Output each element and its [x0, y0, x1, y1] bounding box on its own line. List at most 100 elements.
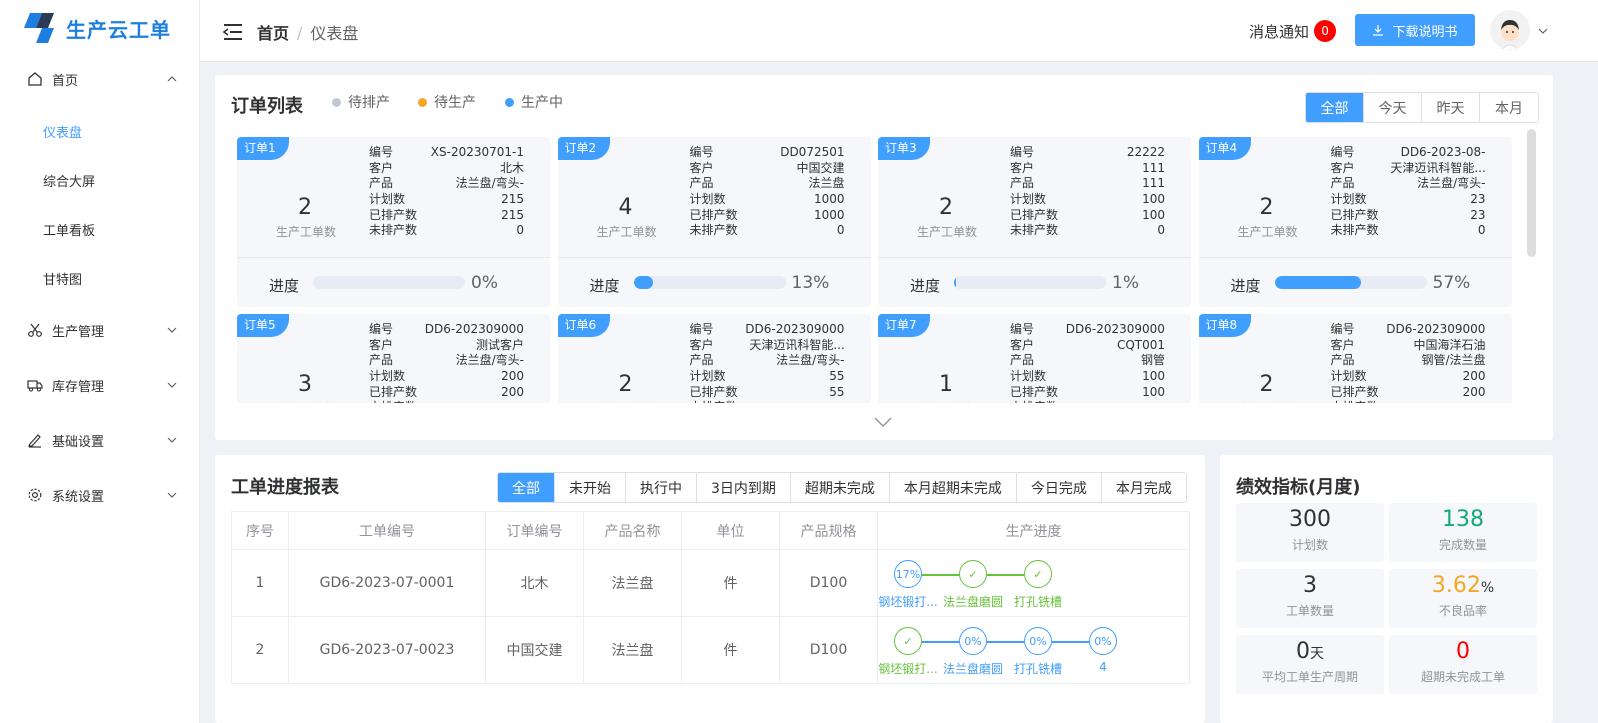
check-icon[interactable]: ✓: [959, 560, 987, 588]
range-all-button[interactable]: 全部: [1306, 93, 1364, 122]
range-month-button[interactable]: 本月: [1480, 93, 1538, 122]
work-order-count-label: 生产工单数: [275, 225, 336, 239]
filter-button[interactable]: 本月超期未完成: [889, 473, 1017, 502]
kpi-card: 3.62% 不良品率: [1389, 569, 1537, 628]
table-cell: 件: [681, 616, 780, 684]
sidebar-item-label: 生产管理: [52, 324, 105, 340]
order-card[interactable]: 订单3 2 生产工单数 编号 22222 客户 111 产品 111 计划数 100 已排产数 100 未…: [878, 137, 1191, 307]
order-card[interactable]: 订单4 2 生产工单数 编号 DD6-2023-08- 客户 天津迈讯科智能... 产品 法兰盘…: [1198, 137, 1512, 307]
detail-row: 计划数 100: [1010, 369, 1165, 385]
chevron-down-icon[interactable]: [1538, 26, 1548, 36]
scrollbar[interactable]: [1527, 129, 1536, 257]
detail-key: 计划数: [689, 369, 726, 384]
detail-key: 编号: [1330, 322, 1355, 336]
step-node[interactable]: 0%: [1024, 627, 1052, 655]
sidebar-item-label: 基础设置: [52, 434, 105, 450]
detail-value: 0: [516, 223, 524, 238]
step-node[interactable]: 17%: [894, 560, 922, 588]
filter-button[interactable]: 执行中: [626, 473, 697, 502]
chevron-down-icon: [167, 492, 177, 498]
sidebar-item-gantt[interactable]: 甘特图: [0, 254, 199, 302]
download-manual-button[interactable]: 下载说明书: [1355, 14, 1475, 46]
filter-button[interactable]: 未开始: [555, 473, 626, 502]
sidebar-item-big-screen[interactable]: 综合大屏: [0, 156, 199, 204]
sidebar-item-basic-settings[interactable]: 基础设置: [0, 416, 199, 464]
detail-key: 客户: [369, 337, 394, 352]
detail-row: 产品 钢管: [1010, 353, 1165, 369]
order-tag: 订单1: [237, 137, 289, 160]
detail-row: 产品 111: [1010, 176, 1165, 192]
order-card[interactable]: 订单1 2 生产工单数 编号 XS-20230701-1 客户 北木 产品 法兰盘/弯头- 计划数…: [237, 137, 550, 307]
detail-row: 客户 北木: [369, 161, 524, 177]
order-card[interactable]: 订单6 2 生产工单数 编号 DD6-2023090005 客户 天津迈讯科智能... 产品 法…: [557, 314, 871, 403]
detail-row: 客户 中国交建: [690, 161, 845, 177]
detail-key: 计划数: [1330, 369, 1367, 384]
order-card[interactable]: 订单8 2 生产工单数 编号 DD6-2023090009 客户 中国海洋石油产品 钢管/法兰…: [1198, 314, 1512, 403]
detail-value: DD6-2023090004: [424, 322, 524, 336]
sidebar-item-production[interactable]: 生产管理: [0, 306, 199, 354]
detail-value: DD6-2023-08-: [1400, 145, 1486, 159]
table-row[interactable]: 1 GD6-2023-07-0001 北木 法兰盘件 D100 17% 钢坯锻打... ✓ 法兰…: [231, 549, 1190, 617]
sidebar-item-inventory[interactable]: 库存管理: [0, 361, 199, 409]
top-header: 首页 / 仪表盘 消息通知 0 下载说明书: [200, 0, 1598, 62]
detail-value: 100: [1142, 369, 1165, 384]
range-today-button[interactable]: 今天: [1364, 93, 1422, 122]
work-order-count: 4: [618, 195, 633, 220]
detail-value: DD6-2023090008: [1065, 322, 1165, 336]
filter-button[interactable]: 3日内到期: [697, 473, 791, 502]
sidebar-item-dashboard[interactable]: 仪表盘: [0, 107, 199, 155]
step-node[interactable]: 0%: [1089, 627, 1117, 655]
notification-link[interactable]: 消息通知 0: [1249, 20, 1337, 42]
progress-fill: [1274, 276, 1362, 289]
table-row[interactable]: 2 GD6-2023-07-0023 中国交建 法兰盘件 D100 ✓ 钢坯锻打... 0% 法…: [231, 616, 1190, 684]
sidebar-item-home[interactable]: 首页: [0, 55, 199, 103]
flow-connector: [922, 574, 959, 576]
sidebar-item-kanban[interactable]: 工单看板: [0, 205, 199, 253]
work-order-count: 3: [298, 372, 312, 397]
filter-button[interactable]: 全部: [498, 473, 555, 502]
detail-row: 产品 法兰盘/弯头-: [690, 353, 845, 369]
breadcrumb-current: 仪表盘: [310, 24, 359, 43]
filter-button[interactable]: 超期未完成: [790, 473, 890, 502]
detail-key: 未排产数: [1330, 223, 1379, 238]
detail-row: 编号 XS-20230701-1: [369, 145, 524, 161]
sidebar-item-system-settings[interactable]: 系统设置: [0, 471, 199, 519]
detail-key: 计划数: [369, 192, 406, 207]
order-details: 编号 DD6-2023-08- 客户 天津迈讯科智能... 产品 法兰盘/弯头- 计划数 23…: [1331, 145, 1486, 239]
legend-label: 待生产: [434, 95, 476, 111]
kpi-unit: 天: [1310, 646, 1324, 662]
work-order-table: 序号 工单编号 订单编号 产品名称 单位 产品规格 生产进度 1 GD6-2023-07-00…: [231, 511, 1190, 684]
order-details: 编号 DD6-2023090004 客户 测试客户 产品 法兰盘/弯头- 计划数 200 已排产…: [369, 322, 524, 403]
order-tag: 订单8: [1198, 314, 1251, 337]
step-label: 打孔铣槽: [1013, 595, 1062, 609]
detail-row: 未排产数: [690, 400, 845, 403]
filter-button[interactable]: 本月完成: [1101, 473, 1186, 502]
check-icon[interactable]: ✓: [894, 627, 922, 655]
avatar[interactable]: [1490, 10, 1530, 50]
step-node[interactable]: 0%: [959, 627, 987, 655]
order-card[interactable]: 订单5 3 生产工单数 编号 DD6-2023090004 客户 测试客户产品 法兰盘/弯头-…: [237, 314, 550, 403]
divider: [557, 257, 871, 258]
detail-row: 未排产数: [1010, 400, 1165, 403]
chevron-down-icon: [167, 382, 177, 388]
work-order-count: 2: [1259, 372, 1274, 397]
filter-button[interactable]: 今日完成: [1016, 473, 1102, 502]
detail-key: 产品: [369, 176, 394, 191]
detail-value: CQT001: [1116, 337, 1165, 352]
range-yesterday-button[interactable]: 昨天: [1422, 93, 1480, 122]
detail-row: 未排产数: [1331, 400, 1486, 403]
legend-producing: 生产中: [505, 92, 563, 112]
breadcrumb-home[interactable]: 首页: [257, 20, 289, 44]
order-card[interactable]: 订单7 1 生产工单数 编号 DD6-2023090008 客户 CQT001 产品 钢管计划数…: [878, 314, 1191, 403]
app-logo[interactable]: 生产云工单: [0, 0, 199, 56]
table-cell: 1: [231, 549, 289, 617]
check-icon[interactable]: ✓: [1024, 560, 1052, 588]
order-cards: 订单1 2 生产工单数 编号 XS-20230701-1 客户 北木 产品 法兰盘/弯头- 计划数…: [237, 137, 1527, 403]
detail-row: 编号 DD6-2023-08-: [1331, 145, 1486, 161]
order-card[interactable]: 订单2 4 生产工单数 编号 DD072501 客户 中国交建 产品 法兰盘 计划数 1000 已排产…: [557, 137, 871, 307]
menu-fold-icon[interactable]: [222, 23, 244, 41]
detail-key: 计划数: [689, 192, 726, 207]
progress-fill: [954, 276, 956, 289]
detail-key: 已排产数: [689, 384, 738, 399]
chevron-down-icon[interactable]: [873, 416, 893, 428]
